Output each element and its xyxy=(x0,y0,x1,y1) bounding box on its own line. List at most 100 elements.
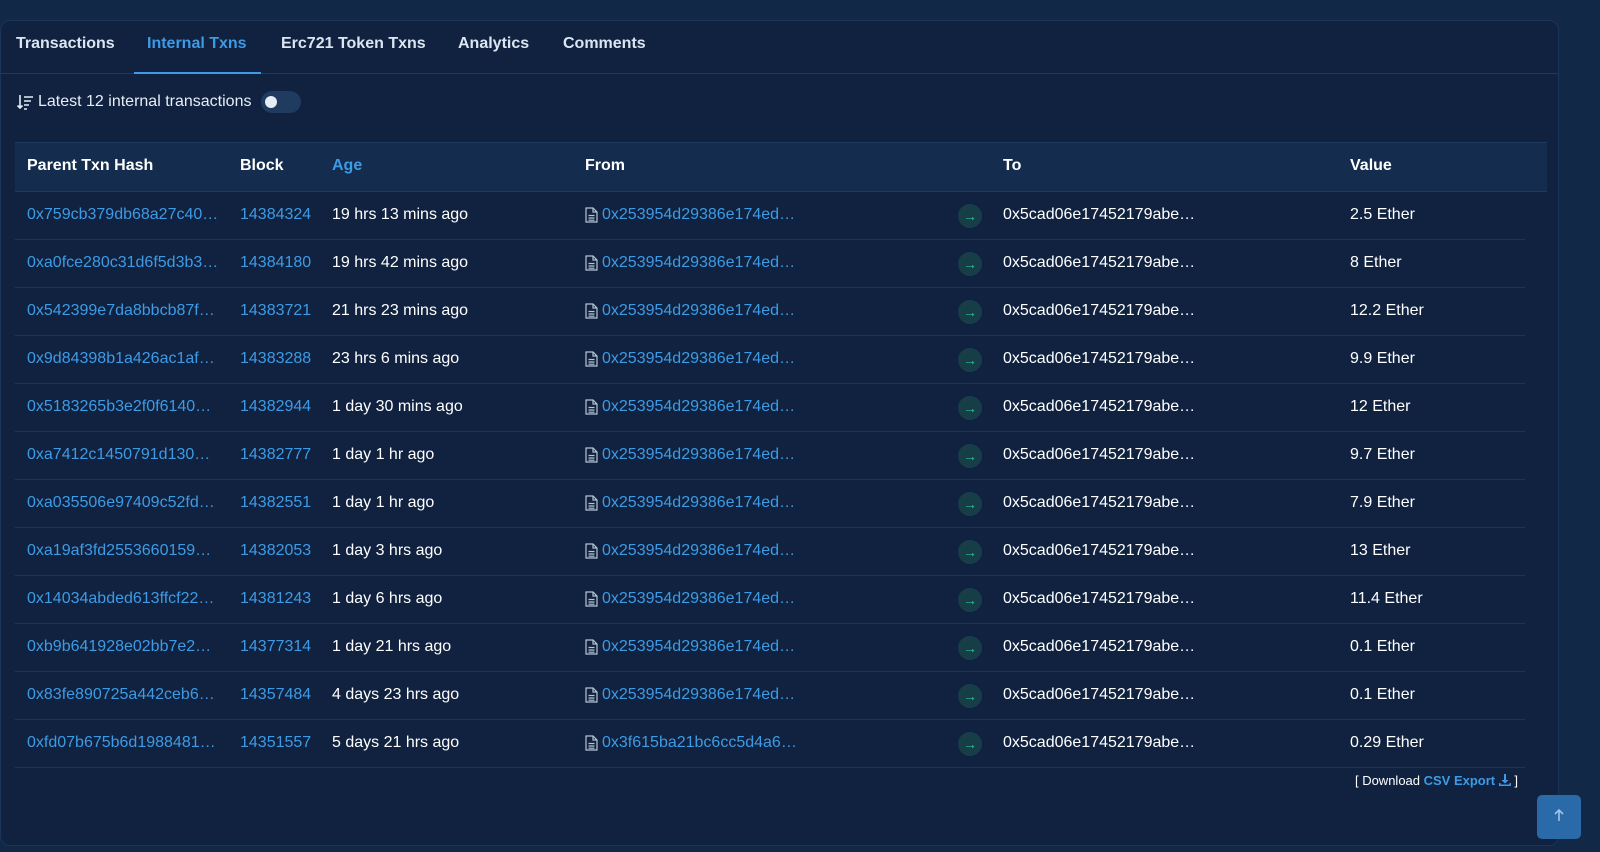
value-text: 7.9 Ether xyxy=(1350,494,1415,511)
parent-txn-hash-link[interactable]: 0xa035506e97409c52fd… xyxy=(27,480,219,526)
value-text: 0.1 Ether xyxy=(1350,686,1415,703)
parent-txn-hash-link[interactable]: 0xfd07b675b6d1988481… xyxy=(27,720,219,766)
document-icon xyxy=(585,207,598,223)
tab-erc721-token-txns[interactable]: Erc721 Token Txns xyxy=(281,21,426,73)
document-icon xyxy=(585,687,598,703)
tab-internal-txns[interactable]: Internal Txns xyxy=(134,21,261,74)
arrow-right-icon: → xyxy=(958,204,982,228)
table-row: 0x14034abded613ffcf22… 14381243 1 day 6 hr… xyxy=(15,576,1525,624)
age-text: 21 hrs 23 mins ago xyxy=(332,302,469,319)
internal-txns-table: Parent Txn Hash Block Age From To Value … xyxy=(15,142,1547,768)
summary-text: Latest 12 internal transactions xyxy=(38,93,252,110)
arrow-right-icon: → xyxy=(958,588,982,612)
transactions-summary: Latest 12 internal transactions xyxy=(16,91,302,113)
parent-txn-hash-link[interactable]: 0xa19af3fd25536601595… xyxy=(27,528,219,574)
block-link[interactable]: 14382551 xyxy=(240,480,320,526)
from-address-link[interactable]: 0x253954d29386e174ed… xyxy=(602,336,802,382)
download-prefix: [ Download xyxy=(1354,773,1424,788)
from-address-link[interactable]: 0x253954d29386e174ed… xyxy=(602,672,802,718)
block-link[interactable]: 14357484 xyxy=(240,672,320,718)
to-address: 0x5cad06e17452179abe… xyxy=(1003,638,1196,655)
header-parent-txn-hash: Parent Txn Hash xyxy=(27,157,154,174)
table-row: 0xa035506e97409c52fd… 14382551 1 day 1 hr … xyxy=(15,480,1525,528)
to-address: 0x5cad06e17452179abe… xyxy=(1003,494,1196,511)
to-address: 0x5cad06e17452179abe… xyxy=(1003,302,1196,319)
block-link[interactable]: 14382053 xyxy=(240,528,320,574)
header-age[interactable]: Age xyxy=(332,143,362,189)
parent-txn-hash-link[interactable]: 0xb9b641928e02bb7e25… xyxy=(27,624,219,670)
value-text: 8 Ether xyxy=(1350,254,1402,271)
value-text: 0.29 Ether xyxy=(1350,734,1424,751)
document-icon xyxy=(585,303,598,319)
age-text: 1 day 3 hrs ago xyxy=(332,542,443,559)
table-row: 0x542399e7da8bbcb87f… 14383721 21 hrs 23 m… xyxy=(15,288,1525,336)
from-address-link[interactable]: 0x253954d29386e174ed… xyxy=(602,480,802,526)
tab-comments[interactable]: Comments xyxy=(563,21,646,73)
block-link[interactable]: 14351557 xyxy=(240,720,320,766)
to-address: 0x5cad06e17452179abe… xyxy=(1003,446,1196,463)
arrow-right-icon: → xyxy=(958,732,982,756)
value-text: 13 Ether xyxy=(1350,542,1411,559)
block-link[interactable]: 14377314 xyxy=(240,624,320,670)
age-text: 19 hrs 42 mins ago xyxy=(332,254,469,271)
from-address-link[interactable]: 0x253954d29386e174ed… xyxy=(602,240,802,286)
summary-toggle[interactable] xyxy=(261,91,302,113)
age-text: 1 day 21 hrs ago xyxy=(332,638,452,655)
arrow-right-icon: → xyxy=(958,540,982,564)
parent-txn-hash-link[interactable]: 0x14034abded613ffcf22… xyxy=(27,576,219,622)
from-address-link[interactable]: 0x253954d29386e174ed… xyxy=(602,624,802,670)
table-body: 0x759cb379db68a27c40… 14384324 19 hrs 13 m… xyxy=(15,192,1547,768)
table-row: 0x83fe890725a442ceb6… 14357484 4 days 23 h… xyxy=(15,672,1525,720)
block-link[interactable]: 14381243 xyxy=(240,576,320,622)
document-icon xyxy=(585,255,598,271)
to-address: 0x5cad06e17452179abe… xyxy=(1003,350,1196,367)
age-text: 5 days 21 hrs ago xyxy=(332,734,460,751)
block-link[interactable]: 14384324 xyxy=(240,192,320,238)
age-text: 23 hrs 6 mins ago xyxy=(332,350,460,367)
tab-analytics[interactable]: Analytics xyxy=(458,21,529,73)
download-icon[interactable] xyxy=(1498,774,1511,786)
from-address-link[interactable]: 0x253954d29386e174ed… xyxy=(602,288,802,334)
document-icon xyxy=(585,399,598,415)
tab-transactions[interactable]: Transactions xyxy=(16,21,115,73)
table-header: Parent Txn Hash Block Age From To Value xyxy=(15,142,1547,192)
table-row: 0xa19af3fd25536601595… 14382053 1 day 3 hr… xyxy=(15,528,1525,576)
parent-txn-hash-link[interactable]: 0x5183265b3e2f0f6140e… xyxy=(27,384,219,430)
parent-txn-hash-link[interactable]: 0xa0fce280c31d6f5d3b3… xyxy=(27,240,219,286)
from-address-link[interactable]: 0x253954d29386e174ed… xyxy=(602,528,802,574)
from-address-link[interactable]: 0x253954d29386e174ed… xyxy=(602,192,802,238)
age-text: 4 days 23 hrs ago xyxy=(332,686,460,703)
block-link[interactable]: 14382777 xyxy=(240,432,320,478)
scroll-to-top-button[interactable] xyxy=(1537,795,1581,839)
value-text: 0.1 Ether xyxy=(1350,638,1415,655)
document-icon xyxy=(585,351,598,367)
table-row: 0xa0fce280c31d6f5d3b3… 14384180 19 hrs 42 … xyxy=(15,240,1525,288)
from-address-link[interactable]: 0x253954d29386e174ed… xyxy=(602,384,802,430)
from-address-link[interactable]: 0x253954d29386e174ed… xyxy=(602,576,802,622)
parent-txn-hash-link[interactable]: 0x9d84398b1a426ac1af… xyxy=(27,336,219,382)
parent-txn-hash-link[interactable]: 0x542399e7da8bbcb87f… xyxy=(27,288,219,334)
block-link[interactable]: 14382944 xyxy=(240,384,320,430)
parent-txn-hash-link[interactable]: 0xa7412c1450791d1301… xyxy=(27,432,219,478)
age-text: 19 hrs 13 mins ago xyxy=(332,206,469,223)
block-link[interactable]: 14384180 xyxy=(240,240,320,286)
to-address: 0x5cad06e17452179abe… xyxy=(1003,590,1196,607)
csv-export-link[interactable]: CSV Export xyxy=(1424,773,1496,788)
arrow-right-icon: → xyxy=(958,348,982,372)
to-address: 0x5cad06e17452179abe… xyxy=(1003,206,1196,223)
from-address-link[interactable]: 0x253954d29386e174ed… xyxy=(602,432,802,478)
header-value: Value xyxy=(1350,157,1392,174)
parent-txn-hash-link[interactable]: 0x83fe890725a442ceb6… xyxy=(27,672,219,718)
table-row: 0x759cb379db68a27c40… 14384324 19 hrs 13 m… xyxy=(15,192,1525,240)
sort-desc-icon[interactable] xyxy=(16,93,34,111)
arrow-right-icon: → xyxy=(958,684,982,708)
to-address: 0x5cad06e17452179abe… xyxy=(1003,542,1196,559)
document-icon xyxy=(585,591,598,607)
from-address-link[interactable]: 0x3f615ba21bc6cc5d4a6… xyxy=(602,720,802,766)
block-link[interactable]: 14383288 xyxy=(240,336,320,382)
block-link[interactable]: 14383721 xyxy=(240,288,320,334)
to-address: 0x5cad06e17452179abe… xyxy=(1003,398,1196,415)
parent-txn-hash-link[interactable]: 0x759cb379db68a27c40… xyxy=(27,192,219,238)
table-row: 0xfd07b675b6d1988481… 14351557 5 days 21 h… xyxy=(15,720,1525,768)
document-icon xyxy=(585,639,598,655)
